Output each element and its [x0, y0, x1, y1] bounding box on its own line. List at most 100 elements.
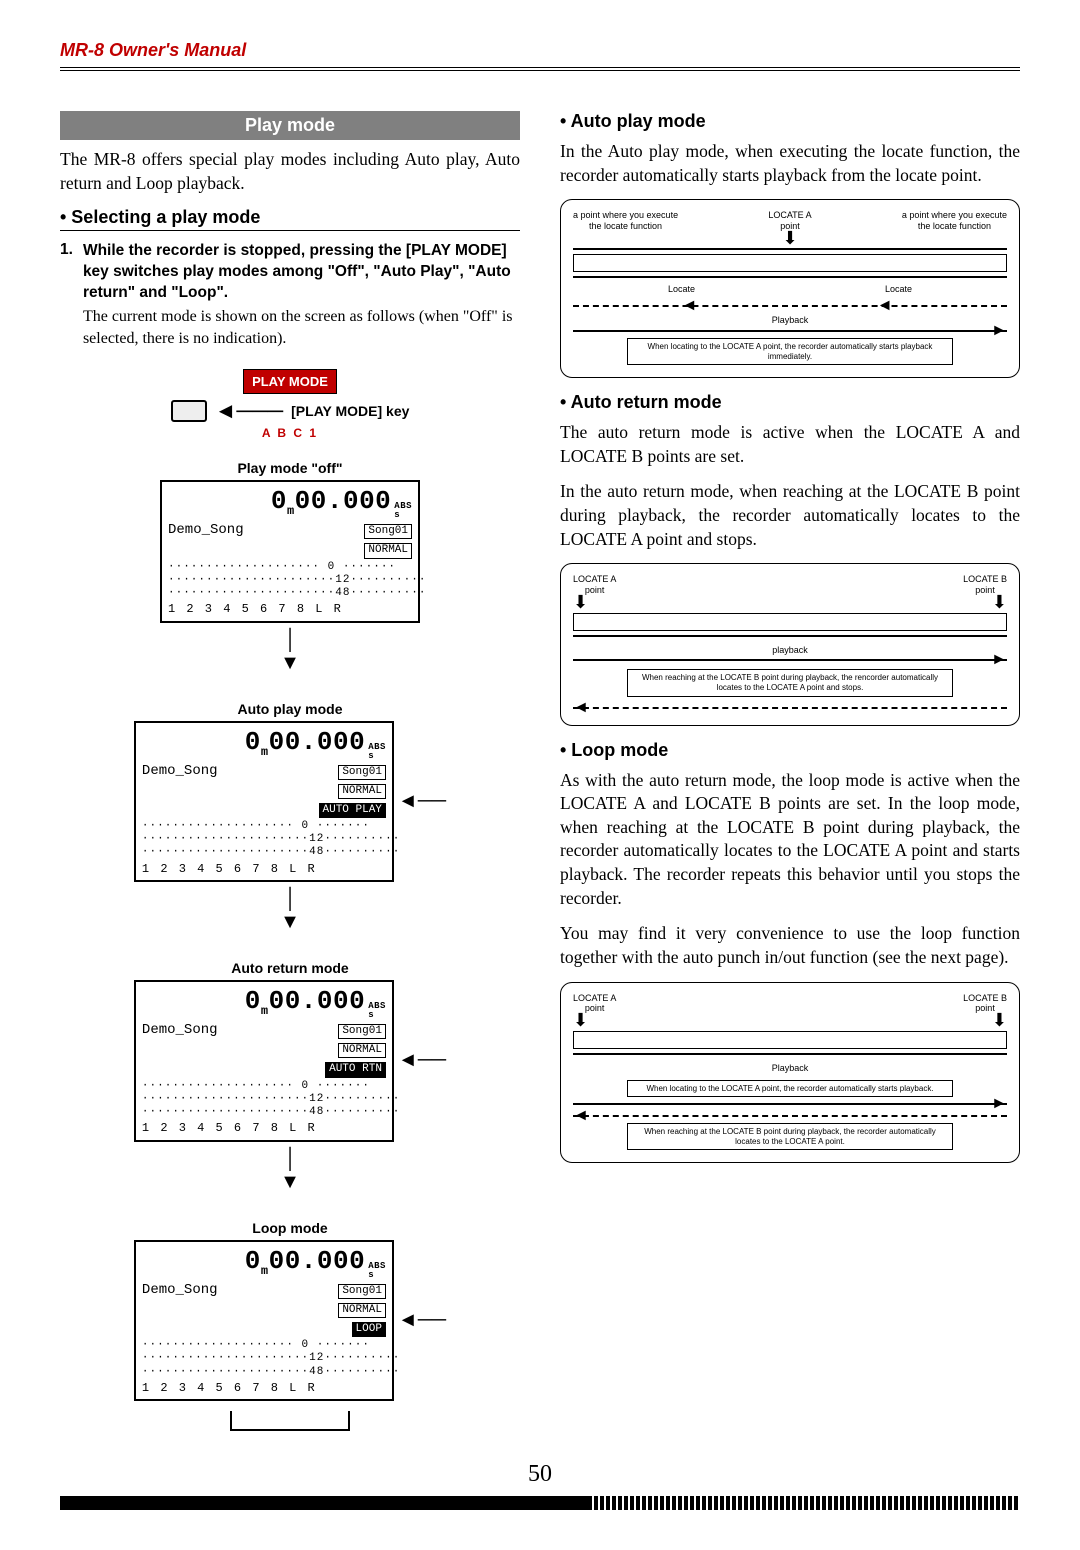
play-mode-intro: The MR-8 offers special play modes inclu… — [60, 148, 520, 195]
dashed-loop-line: ◄ — [573, 1115, 1007, 1117]
footer-decoration — [60, 1496, 1020, 1510]
lcd-autoplay: 0m00.000ABSs Demo_Song Song01 NORMAL AUT… — [134, 721, 394, 883]
lcd-normal2: NORMAL — [338, 784, 386, 799]
timeline-track — [573, 254, 1007, 272]
s: s — [368, 1270, 374, 1280]
content-columns: Play mode The MR-8 offers special play m… — [60, 111, 1020, 1431]
down-arrow-icon: │▼ — [280, 629, 300, 675]
down-arrow-icon: ⬇ — [573, 596, 588, 609]
t: 1 2 3 4 5 6 7 8 L R — [142, 1121, 386, 1135]
sn: Demo_Song — [142, 1022, 218, 1039]
playback-label: Playback — [573, 1063, 1007, 1074]
lcd-time-m2: 0 — [245, 727, 261, 757]
down-arrow-icon: │▼ — [280, 888, 300, 934]
d: ···················· 0 ······· — [142, 820, 386, 833]
arrow-left-icon: ◄ — [877, 296, 893, 315]
lcd-normal: NORMAL — [364, 543, 412, 558]
play-mode-figure: PLAY MODE ◄─── [PLAY MODE] key A B C 1 P… — [60, 369, 520, 1431]
diag-note1: When locating to the LOCATE A point, the… — [627, 1080, 953, 1098]
lcd-tracks: 1 2 3 4 5 6 7 8 L R — [168, 602, 412, 616]
lcd-badge-loop: LOOP — [352, 1322, 386, 1337]
timeline-track — [573, 1031, 1007, 1049]
auto-return-body2: In the auto return mode, when reaching a… — [560, 480, 1020, 551]
d: ···················· 0 ······· — [142, 1339, 386, 1352]
arrow-left-icon: ◄ — [573, 1106, 589, 1125]
m: 0 — [245, 986, 261, 1016]
lcd-time-m: 0 — [271, 486, 287, 516]
timeline-track — [573, 613, 1007, 631]
lcd-dots: ···················· 0 ······· — [168, 561, 412, 574]
s: s — [368, 1010, 374, 1020]
play-mode-key-label: [PLAY MODE] key — [291, 403, 409, 419]
locate-label: Locate — [668, 284, 695, 295]
page-number: 50 — [60, 1461, 1020, 1488]
lcd-badge-autoplay: AUTO PLAY — [319, 803, 386, 818]
arrow-left-icon: ◄ — [682, 296, 698, 315]
down-arrow-icon: ⬇ — [992, 596, 1007, 609]
mode-label-autoplay: Auto play mode — [237, 701, 342, 717]
playback-label: Playback — [573, 315, 1007, 326]
lcd-s2: s — [368, 751, 374, 761]
r: 00.000 — [269, 1246, 366, 1276]
mode-label-loop: Loop mode — [252, 1220, 327, 1236]
auto-return-heading: • Auto return mode — [560, 392, 1020, 413]
diag-note: When reaching at the LOCATE B point duri… — [627, 669, 953, 696]
down-arrow-icon: ⬇ — [573, 1014, 588, 1027]
no: NORMAL — [338, 1043, 386, 1058]
arrow-right-icon: ► — [991, 650, 1007, 669]
diag-note: When locating to the LOCATE A point, the… — [627, 338, 953, 365]
lcd-song-num2: Song01 — [338, 765, 386, 780]
diag-exec-left: a point where you execute the locate fun… — [573, 210, 678, 232]
d: ······················48·········· — [142, 1366, 386, 1379]
play-mode-banner: Play mode — [60, 111, 520, 140]
step-number: 1. — [60, 241, 73, 349]
d: ······················12·········· — [142, 833, 386, 846]
lcd-s: s — [394, 510, 400, 520]
lcd-song-name2: Demo_Song — [142, 763, 218, 780]
m: 0 — [245, 1246, 261, 1276]
play-mode-key-icon — [171, 400, 207, 422]
arrow-left-icon: ◄ — [573, 698, 589, 717]
timeline — [573, 276, 1007, 278]
abc-label: A B C 1 — [262, 426, 318, 440]
playback-label: playback — [573, 645, 1007, 656]
arrow-right-icon: ► — [991, 1094, 1007, 1113]
loop-heading: • Loop mode — [560, 740, 1020, 761]
auto-return-diagram: LOCATE A point LOCATE B point ⬇⬇ playbac… — [560, 563, 1020, 725]
timeline — [573, 1053, 1007, 1055]
step-1: 1. While the recorder is stopped, pressi… — [60, 241, 520, 349]
no: NORMAL — [338, 1303, 386, 1318]
mode-label-autoreturn: Auto return mode — [231, 960, 348, 976]
r: 00.000 — [269, 986, 366, 1016]
down-arrow-icon: │▼ — [280, 1148, 300, 1194]
lcd-song-num: Song01 — [364, 524, 412, 539]
arrow-left-icon: ◄── — [398, 1309, 446, 1332]
manual-title: MR-8 Owner's Manual — [60, 40, 246, 60]
arrow-left-icon: ◄── — [398, 790, 446, 813]
selecting-heading: • Selecting a play mode — [60, 207, 520, 231]
dashed-locate-line: ◄ ◄ — [573, 305, 1007, 307]
arrow-left-icon: ◄── — [398, 1049, 446, 1072]
down-arrow-icon: ⬇ — [782, 232, 797, 245]
step-plain-text: The current mode is shown on the screen … — [83, 306, 520, 349]
auto-play-body: In the Auto play mode, when executing th… — [560, 140, 1020, 187]
loop-body2: You may find it very convenience to use … — [560, 922, 1020, 969]
diag-note2: When reaching at the LOCATE B point duri… — [627, 1123, 953, 1150]
timeline — [573, 635, 1007, 637]
auto-play-heading: • Auto play mode — [560, 111, 1020, 132]
lcd-off: 0m00.000ABSs Demo_Song Song01 NORMAL ···… — [160, 480, 420, 622]
timeline — [573, 248, 1007, 250]
play-mode-button-label: PLAY MODE — [243, 369, 337, 394]
loop-diagram: LOCATE A point LOCATE B point ⬇⬇ Playbac… — [560, 982, 1020, 1164]
d: ···················· 0 ······· — [142, 1080, 386, 1093]
auto-play-diagram: a point where you execute the locate fun… — [560, 199, 1020, 378]
page-header: MR-8 Owner's Manual — [60, 40, 1020, 71]
lcd-dots3: ······················48·········· — [168, 587, 412, 600]
arrow-left-icon: ◄─── — [215, 400, 284, 422]
mode-label-off: Play mode "off" — [237, 460, 342, 476]
d: ······················48·········· — [142, 846, 386, 859]
snu: Song01 — [338, 1024, 386, 1039]
locate-label: Locate — [885, 284, 912, 295]
lcd-badge-autortn: AUTO RTN — [325, 1062, 386, 1077]
step-bold-text: While the recorder is stopped, pressing … — [83, 241, 520, 304]
